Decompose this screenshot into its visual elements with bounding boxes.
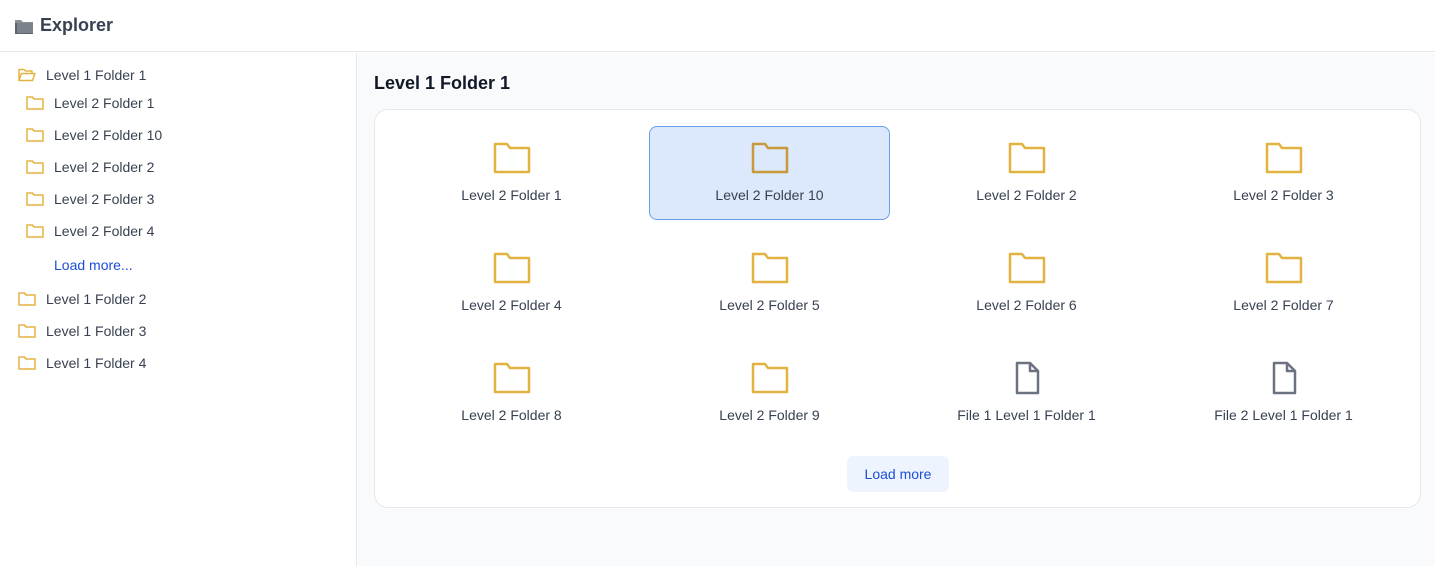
folder-icon	[751, 142, 788, 174]
folder-icon	[26, 192, 44, 206]
grid-item-label: Level 2 Folder 10	[715, 187, 824, 203]
items-grid-panel: Level 2 Folder 1 Level 2 Folder 10 Level…	[374, 109, 1421, 508]
tree-item-label: Level 1 Folder 3	[46, 323, 147, 339]
grid-item-level-2-folder-5[interactable]: Level 2 Folder 5	[649, 236, 890, 330]
folder-icon	[26, 160, 44, 174]
folder-open-icon	[18, 68, 36, 82]
tree-item-label: Level 1 Folder 1	[46, 67, 147, 83]
tree-item-level-2-folder-3[interactable]: Level 2 Folder 3	[26, 187, 154, 211]
folder-icon	[1008, 252, 1045, 284]
tree-item-label: Level 2 Folder 10	[54, 127, 163, 143]
tree-item-label: Level 2 Folder 2	[54, 159, 155, 175]
grid-item-label: Level 2 Folder 3	[1233, 187, 1334, 203]
tree-item-label: Level 2 Folder 4	[54, 223, 155, 239]
top-bar: Explorer	[0, 0, 1435, 52]
grid-item-level-2-folder-9[interactable]: Level 2 Folder 9	[649, 346, 890, 440]
grid-item-file-2[interactable]: File 2 Level 1 Folder 1	[1163, 346, 1404, 440]
tree-item-level-2-folder-1[interactable]: Level 2 Folder 1	[26, 91, 154, 115]
tree-item-label: Level 2 Folder 1	[54, 95, 155, 111]
grid-item-label: Level 2 Folder 6	[976, 297, 1077, 313]
grid-item-label: Level 2 Folder 7	[1233, 297, 1334, 313]
page-title: Level 1 Folder 1	[374, 73, 511, 93]
grid-item-level-2-folder-10[interactable]: Level 2 Folder 10	[649, 126, 890, 220]
tree-item-label: Level 1 Folder 4	[46, 355, 147, 371]
sidebar-tree: Level 1 Folder 1 Level 2 Folder 1 Level …	[0, 53, 357, 566]
folder-icon	[1265, 142, 1302, 174]
folder-logo-icon	[15, 19, 33, 34]
tree-item-level-2-folder-2[interactable]: Level 2 Folder 2	[26, 155, 154, 179]
grid-item-label: Level 2 Folder 5	[719, 297, 820, 313]
tree-item-level-2-folder-10[interactable]: Level 2 Folder 10	[26, 123, 162, 147]
grid-item-level-2-folder-2[interactable]: Level 2 Folder 2	[906, 126, 1147, 220]
tree-item-level-2-folder-4[interactable]: Level 2 Folder 4	[26, 219, 154, 243]
grid-item-label: Level 2 Folder 2	[976, 187, 1077, 203]
grid-item-label: Level 2 Folder 4	[461, 297, 562, 313]
tree-item-label: Level 1 Folder 2	[46, 291, 147, 307]
grid-item-label: Level 2 Folder 1	[461, 187, 562, 203]
file-icon	[1272, 361, 1296, 395]
tree-item-level-1-folder-3[interactable]: Level 1 Folder 3	[18, 319, 146, 343]
folder-icon	[493, 362, 530, 394]
app-title: Explorer	[40, 15, 114, 35]
tree-item-level-1-folder-4[interactable]: Level 1 Folder 4	[18, 351, 146, 375]
grid-item-label: File 1 Level 1 Folder 1	[957, 407, 1096, 423]
folder-icon	[493, 142, 530, 174]
grid-item-label: File 2 Level 1 Folder 1	[1214, 407, 1353, 423]
grid-item-file-1[interactable]: File 1 Level 1 Folder 1	[906, 346, 1147, 440]
folder-icon	[26, 96, 44, 110]
folder-icon	[18, 324, 36, 338]
tree-item-level-1-folder-2[interactable]: Level 1 Folder 2	[18, 287, 146, 311]
tree-item-level-1-folder-1[interactable]: Level 1 Folder 1	[18, 63, 146, 87]
folder-icon	[26, 224, 44, 238]
grid-item-level-2-folder-7[interactable]: Level 2 Folder 7	[1163, 236, 1404, 330]
folder-icon	[1265, 252, 1302, 284]
grid-item-level-2-folder-3[interactable]: Level 2 Folder 3	[1163, 126, 1404, 220]
grid-item-label: Level 2 Folder 8	[461, 407, 562, 423]
load-more-button[interactable]: Load more	[847, 456, 949, 492]
folder-icon	[18, 356, 36, 370]
folder-icon	[493, 252, 530, 284]
grid-item-level-2-folder-4[interactable]: Level 2 Folder 4	[391, 236, 632, 330]
folder-icon	[1008, 142, 1045, 174]
folder-icon	[751, 252, 788, 284]
tree-item-label: Level 2 Folder 3	[54, 191, 155, 207]
grid-item-label: Level 2 Folder 9	[719, 407, 820, 423]
file-icon	[1015, 361, 1039, 395]
sidebar-load-more-link[interactable]: Load more...	[54, 257, 133, 273]
grid-item-level-2-folder-8[interactable]: Level 2 Folder 8	[391, 346, 632, 440]
folder-icon	[751, 362, 788, 394]
folder-icon	[18, 292, 36, 306]
grid-item-level-2-folder-1[interactable]: Level 2 Folder 1	[391, 126, 632, 220]
main-content: Level 1 Folder 1 Level 2 Folder 1 Level …	[358, 53, 1435, 566]
folder-icon	[26, 128, 44, 142]
grid-item-level-2-folder-6[interactable]: Level 2 Folder 6	[906, 236, 1147, 330]
